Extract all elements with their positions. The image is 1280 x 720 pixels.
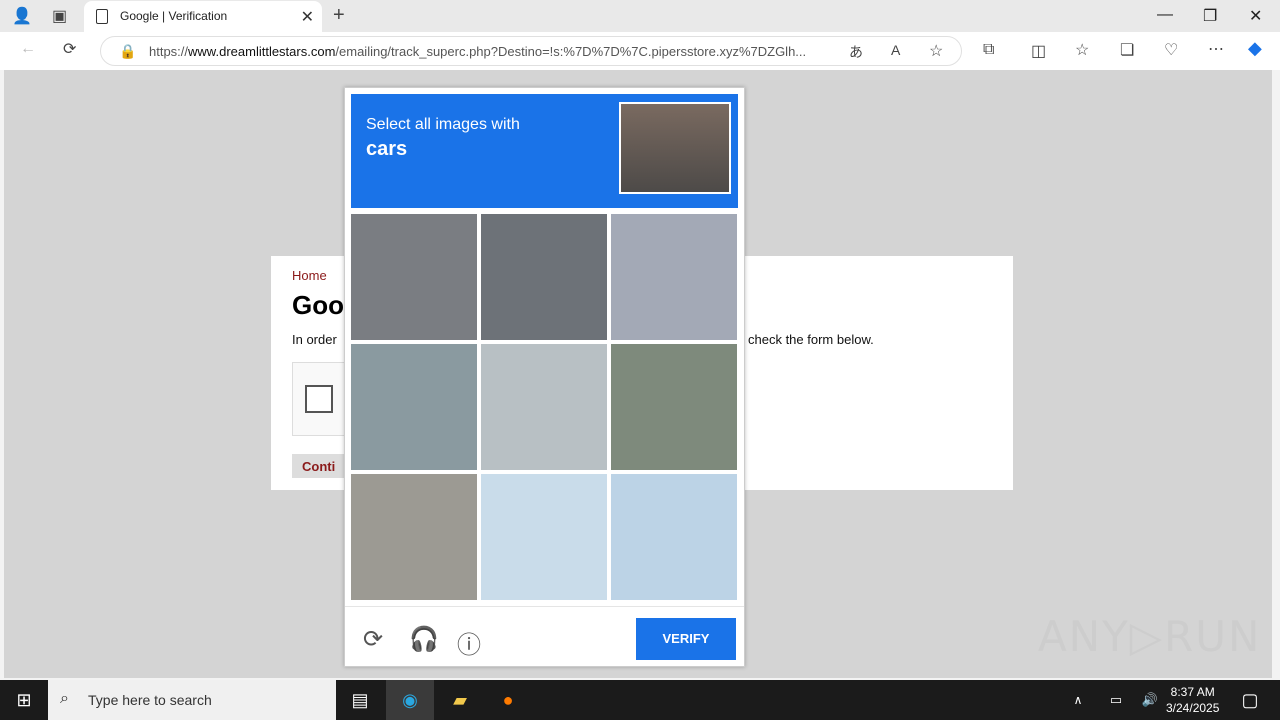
extensions-icon[interactable]: ⧉: [983, 41, 994, 59]
more-menu-icon[interactable]: ⋯: [1208, 39, 1224, 59]
system-clock[interactable]: 8:37 AM 3/24/2025: [1166, 684, 1219, 716]
notifications-icon[interactable]: ▢: [1226, 680, 1274, 720]
captcha-footer: ⟳ 🎧 ⓘ VERIFY: [345, 606, 744, 666]
favorite-star-icon[interactable]: ☆: [929, 41, 943, 61]
tile-houses[interactable]: [611, 474, 737, 600]
page-icon: [96, 9, 108, 24]
tile-traffic-light[interactable]: [351, 344, 477, 470]
captcha-image-grid: [351, 214, 739, 602]
maximize-button[interactable]: ❐: [1203, 6, 1217, 26]
taskbar-search[interactable]: ⌕ Type here to search: [48, 680, 336, 720]
tile-street-buildings[interactable]: [611, 344, 737, 470]
edge-taskbar-icon[interactable]: ◉: [386, 680, 434, 720]
new-tab-button[interactable]: +: [333, 4, 345, 27]
network-icon[interactable]: ▭: [1102, 680, 1130, 720]
close-window-button[interactable]: ✕: [1249, 6, 1262, 26]
refresh-icon[interactable]: ⟳: [63, 39, 76, 59]
reload-icon[interactable]: ⟳: [363, 625, 383, 654]
search-icon: ⌕: [60, 690, 69, 707]
clock-date: 3/24/2025: [1166, 701, 1220, 715]
favorites-icon[interactable]: ☆: [1075, 40, 1089, 60]
firefox-icon[interactable]: ●: [484, 680, 532, 720]
browser-toolbar: ← ⟳ 🔒 https://www.dreamlittlestars.com/e…: [0, 32, 1280, 70]
clock-time: 8:37 AM: [1170, 685, 1215, 699]
instruction-text: In order: [292, 332, 337, 347]
back-icon[interactable]: ←: [20, 40, 36, 58]
split-screen-icon[interactable]: ◫: [1031, 41, 1046, 61]
recaptcha-widget: [292, 362, 352, 436]
collections-icon[interactable]: ❏: [1120, 40, 1134, 60]
taskbar: ⊞ ⌕ Type here to search ▤ ◉ ▰ ● ∧ ▭ 🔊 8:…: [0, 680, 1280, 720]
robot-checkbox[interactable]: [305, 385, 333, 413]
page-heading: Goo: [292, 290, 344, 320]
tile-car-bridge[interactable]: [481, 214, 607, 340]
tile-car-interior[interactable]: [351, 214, 477, 340]
captcha-sample-image: [619, 102, 731, 194]
windows-start-icon[interactable]: ⊞: [0, 680, 48, 720]
tile-overpass-road[interactable]: [351, 474, 477, 600]
audio-challenge-icon[interactable]: 🎧: [409, 625, 439, 654]
tab-actions-icon[interactable]: ▣: [52, 6, 67, 26]
profile-icon[interactable]: 👤: [12, 6, 32, 26]
translate-icon[interactable]: あ: [849, 42, 863, 62]
verify-button[interactable]: VERIFY: [636, 618, 736, 660]
lock-icon[interactable]: 🔒: [119, 43, 136, 60]
close-tab-icon[interactable]: ✕: [301, 7, 314, 27]
captcha-instruction: Select all images with: [366, 116, 520, 133]
file-explorer-icon[interactable]: ▰: [436, 680, 484, 720]
browser-essentials-icon[interactable]: ♡: [1164, 40, 1178, 60]
url-text[interactable]: https://www.dreamlittlestars.com/emailin…: [149, 44, 806, 59]
captcha-dialog: Select all images with cars ⟳ 🎧 ⓘ VERIFY: [344, 87, 745, 667]
read-aloud-icon[interactable]: A: [891, 42, 900, 58]
browser-titlebar: 👤 ▣ Google | Verification ✕ + — ❐ ✕: [0, 0, 1280, 32]
copilot-icon[interactable]: ◆: [1248, 38, 1262, 59]
minimize-button[interactable]: —: [1157, 6, 1173, 24]
tab-title: Google | Verification: [120, 9, 228, 23]
search-placeholder: Type here to search: [88, 692, 212, 708]
task-view-icon[interactable]: ▤: [336, 680, 384, 720]
tile-city-street[interactable]: [611, 214, 737, 340]
captcha-header: Select all images with cars: [351, 94, 738, 208]
tile-trees-signal[interactable]: [481, 344, 607, 470]
address-bar[interactable]: 🔒 https://www.dreamlittlestars.com/email…: [100, 36, 962, 66]
volume-icon[interactable]: 🔊: [1136, 680, 1164, 720]
breadcrumb-home[interactable]: Home: [292, 268, 327, 283]
anyrun-watermark: ANY▷RUN: [1038, 612, 1262, 661]
instruction-text-end: check the form below.: [748, 332, 874, 347]
info-icon[interactable]: ⓘ: [457, 625, 481, 660]
captcha-target: cars: [366, 138, 408, 160]
tray-chevron-icon[interactable]: ∧: [1054, 680, 1102, 720]
tile-sky-poles[interactable]: [481, 474, 607, 600]
tab-verification[interactable]: Google | Verification ✕: [84, 1, 322, 32]
